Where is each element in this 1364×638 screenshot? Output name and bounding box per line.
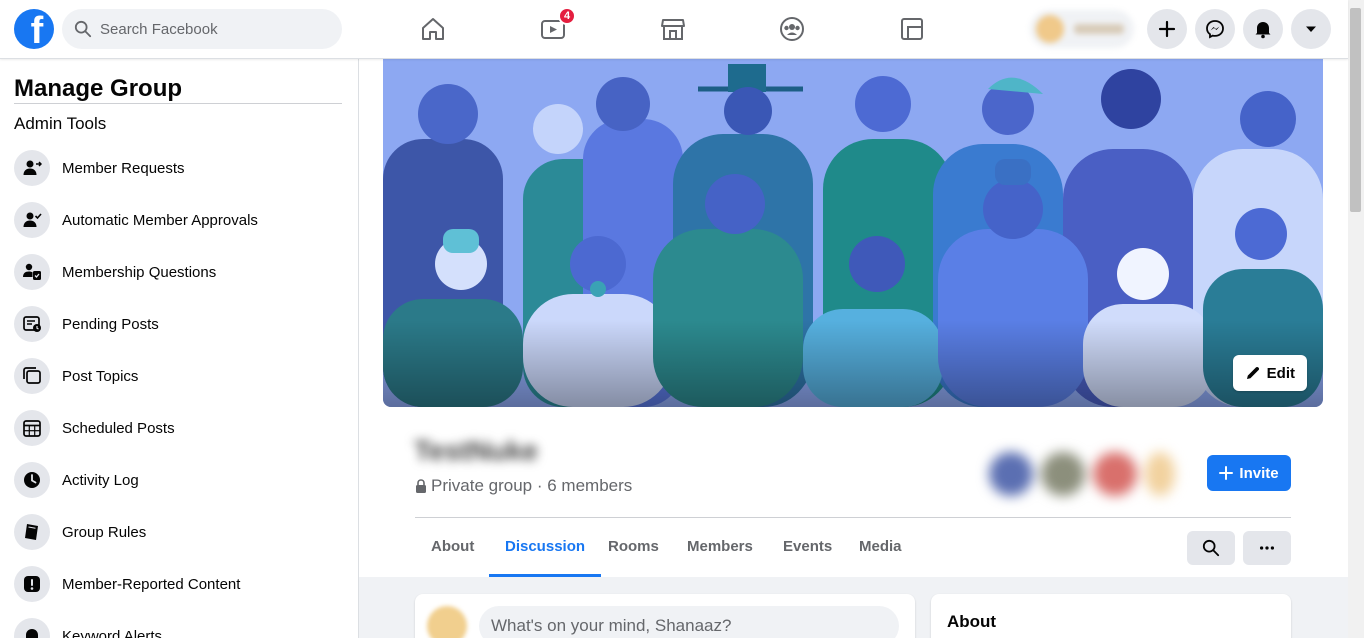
marketplace-icon[interactable] (656, 12, 690, 46)
sidebar-item-label: Group Rules (62, 523, 147, 541)
sidebar-title: Manage Group (14, 75, 183, 102)
alert-icon (14, 566, 50, 602)
sidebar-item-label: Member-Reported Content (62, 575, 241, 593)
meta-separator: · (532, 476, 548, 495)
search-bar[interactable] (62, 9, 342, 49)
scrollbar-thumb[interactable] (1350, 8, 1361, 212)
sidebar-item-label: Keyword Alerts (62, 627, 163, 638)
composer-input[interactable]: What's on your mind, Shanaaz? (479, 606, 899, 638)
invite-label: Invite (1239, 464, 1279, 482)
tab-events[interactable]: Events (767, 530, 848, 577)
sidebar-item-member-requests[interactable]: Member Requests (14, 146, 344, 190)
sidebar-item-label: Scheduled Posts (62, 419, 175, 437)
avatar (989, 452, 1033, 496)
plus-icon[interactable] (1147, 9, 1187, 49)
sidebar-item-label: Member Requests (62, 159, 185, 177)
sidebar-item-scheduled-posts[interactable]: Scheduled Posts (14, 406, 344, 450)
watch-icon[interactable]: 4 (536, 7, 576, 46)
lock-icon (416, 479, 426, 493)
group-privacy: Private group (431, 476, 533, 495)
sidebar-item-label: Activity Log (62, 471, 139, 489)
sidebar-item-label: Post Topics (62, 367, 139, 385)
membership-questions-icon (14, 254, 50, 290)
clock-icon (14, 462, 50, 498)
calendar-icon (14, 410, 50, 446)
top-navigation-bar: f 4 (0, 0, 1348, 59)
facebook-logo[interactable]: f (14, 9, 54, 49)
member-request-icon (14, 150, 50, 186)
tabs-divider (415, 517, 1291, 518)
facebook-logo-letter: f (30, 10, 44, 49)
profile-name-blurred (1074, 24, 1124, 34)
sidebar-item-label: Pending Posts (62, 315, 159, 333)
group-main-content: Edit TestNuke Private group · 6 members … (359, 59, 1348, 638)
edit-cover-button[interactable]: Edit (1232, 355, 1307, 391)
bell-icon (14, 618, 50, 638)
group-meta: Private group · 6 members (415, 476, 632, 496)
search-icon (1202, 539, 1220, 557)
sidebar-divider (14, 103, 342, 104)
tab-discussion[interactable]: Discussion (489, 530, 602, 577)
sidebar-item-label: Membership Questions (62, 263, 217, 281)
group-name-blurred: TestNuke (414, 435, 538, 466)
member-avatars-blurred[interactable] (989, 451, 1199, 497)
profile-shortcut[interactable] (1030, 10, 1134, 48)
more-icon (1259, 546, 1275, 550)
about-card: About (931, 594, 1291, 638)
groups-icon[interactable] (775, 12, 809, 46)
sidebar-item-member-reported-content[interactable]: Member-Reported Content (14, 562, 344, 606)
sidebar-item-activity-log[interactable]: Activity Log (14, 458, 344, 502)
cover-illustration (383, 59, 1323, 407)
sidebar-item-automatic-member-approvals[interactable]: Automatic Member Approvals (14, 198, 344, 242)
sidebar-item-membership-questions[interactable]: Membership Questions (14, 250, 344, 294)
sidebar-item-pending-posts[interactable]: Pending Posts (14, 302, 344, 346)
pencil-icon (1246, 366, 1259, 379)
messenger-icon[interactable] (1195, 9, 1235, 49)
account-menu-icon[interactable] (1291, 9, 1331, 49)
avatar (427, 606, 467, 638)
avatar (1041, 452, 1085, 496)
group-member-count: 6 members (547, 476, 633, 495)
sidebar-item-keyword-alerts[interactable]: Keyword Alerts (14, 614, 344, 638)
search-icon (74, 20, 92, 38)
book-icon (14, 514, 50, 550)
sidebar-item-post-topics[interactable]: Post Topics (14, 354, 344, 398)
group-search-button[interactable] (1187, 531, 1235, 565)
pending-posts-icon (14, 306, 50, 342)
invite-button[interactable]: Invite (1207, 455, 1291, 491)
avatar (1093, 452, 1137, 496)
sidebar-subtitle: Admin Tools (14, 114, 107, 133)
avatar (1036, 15, 1064, 43)
tab-media[interactable]: Media (843, 530, 918, 577)
about-card-title: About (947, 612, 997, 631)
notifications-icon[interactable] (1243, 9, 1283, 49)
cover-photo: Edit (383, 59, 1323, 407)
sidebar-item-label: Automatic Member Approvals (62, 211, 258, 229)
tab-rooms[interactable]: Rooms (592, 530, 675, 577)
auto-approve-icon (14, 202, 50, 238)
sidebar-item-group-rules[interactable]: Group Rules (14, 510, 344, 554)
plus-icon (1219, 466, 1234, 480)
edit-label: Edit (1266, 364, 1295, 382)
home-icon[interactable] (416, 12, 450, 46)
manage-group-sidebar: Manage Group Admin Tools Member Requests… (0, 59, 359, 638)
watch-notification-badge: 4 (558, 7, 576, 25)
tab-members[interactable]: Members (671, 530, 769, 577)
search-input[interactable] (100, 20, 320, 38)
avatar (1145, 452, 1175, 496)
tab-about[interactable]: About (415, 530, 490, 577)
more-options-button[interactable] (1243, 531, 1291, 565)
post-composer: What's on your mind, Shanaaz? (415, 594, 915, 638)
gaming-icon[interactable] (895, 12, 929, 46)
post-topics-icon (14, 358, 50, 394)
